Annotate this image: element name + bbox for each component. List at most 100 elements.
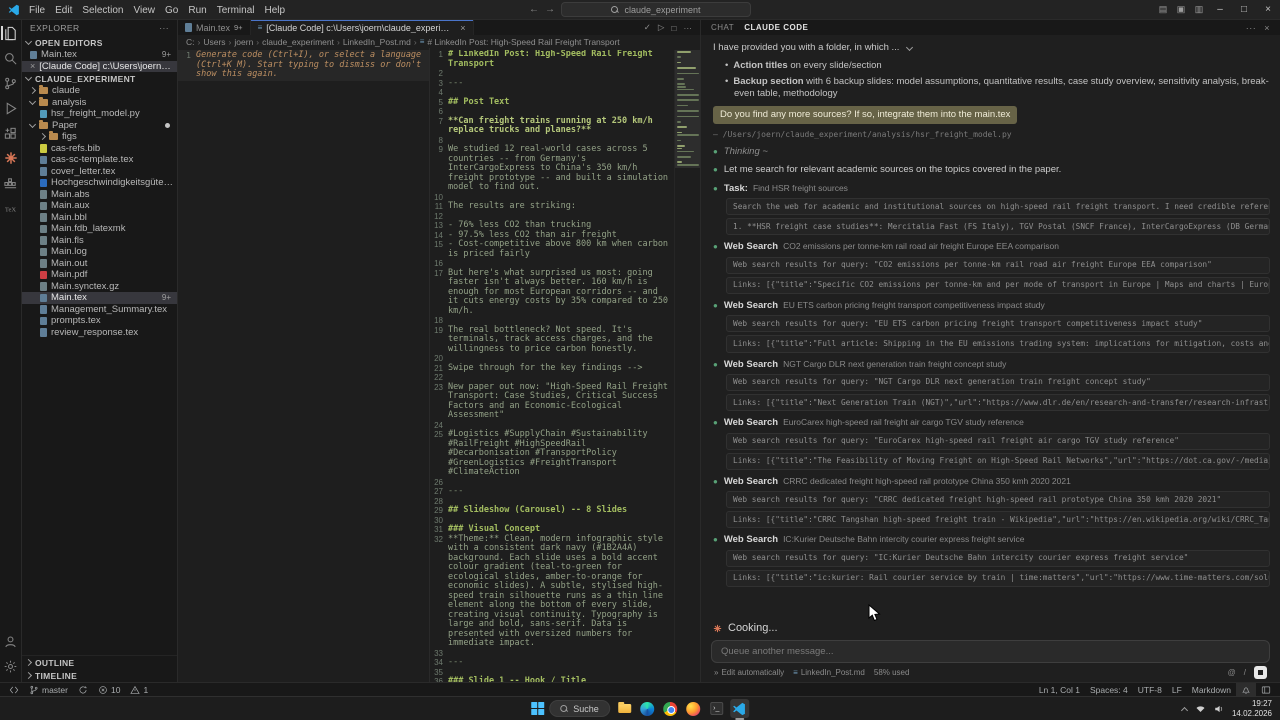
- file-Main.bbl[interactable]: Main.bbl: [22, 212, 177, 224]
- file-Main.log[interactable]: Main.log: [22, 246, 177, 258]
- toggle-sidebar-icon[interactable]: ▤: [1154, 4, 1172, 15]
- containers-icon[interactable]: [3, 175, 19, 191]
- file-Main.fdb_latexmk[interactable]: Main.fdb_latexmk: [22, 223, 177, 235]
- open-editor-item[interactable]: ×[Claude Code] c:\Users\joern\claude_e..…: [22, 60, 177, 72]
- collapsed-user-message[interactable]: I have provided you with a folder, in wh…: [713, 42, 1270, 54]
- panel-close-icon[interactable]: ×: [1264, 23, 1270, 33]
- open-preview-icon[interactable]: ▷: [658, 22, 665, 33]
- encoding[interactable]: UTF-8: [1133, 683, 1167, 696]
- folder-claude[interactable]: claude: [22, 85, 177, 97]
- file-Main.synctex.gz[interactable]: Main.synctex.gz: [22, 281, 177, 293]
- breadcrumb-item[interactable]: Users: [203, 37, 225, 47]
- problems-errors[interactable]: 10: [93, 683, 125, 696]
- editor-linkedin-post[interactable]: 1 # LinkedIn Post: High-Speed Rail Freigh…: [430, 48, 700, 682]
- menu-view[interactable]: View: [129, 5, 161, 16]
- problems-warnings[interactable]: 1: [125, 683, 153, 696]
- mention-icon[interactable]: @: [1228, 668, 1236, 677]
- taskbar-search[interactable]: Suche: [549, 700, 610, 717]
- tab-claude-code[interactable]: CLAUDE CODE: [744, 23, 808, 32]
- file-Main.fls[interactable]: Main.fls: [22, 235, 177, 247]
- tab-main-tex[interactable]: Main.tex 9+: [178, 20, 251, 35]
- tray-expand-icon[interactable]: [1180, 706, 1188, 714]
- history-forward-icon[interactable]: →: [545, 4, 555, 15]
- file-cas-sc-template.tex[interactable]: cas-sc-template.tex: [22, 154, 177, 166]
- file-Hochgeschwindigkeitsgüterberkehr.docx[interactable]: Hochgeschwindigkeitsgüterberkehr.docx: [22, 177, 177, 189]
- minimap[interactable]: [674, 50, 700, 682]
- file-Management_Summary.tex[interactable]: Management_Summary.tex: [22, 304, 177, 316]
- breadcrumb-item[interactable]: claude_experiment: [262, 37, 334, 47]
- file-cas-refs.bib[interactable]: cas-refs.bib: [22, 143, 177, 155]
- command-center-search[interactable]: claude_experiment: [561, 2, 751, 17]
- language-mode[interactable]: Markdown: [1187, 683, 1236, 696]
- toggle-panel-icon[interactable]: ▣: [1172, 4, 1190, 15]
- file-hsr_freight_model.py[interactable]: hsr_freight_model.py: [22, 108, 177, 120]
- menu-selection[interactable]: Selection: [77, 5, 128, 16]
- context-file[interactable]: ≡ LinkedIn_Post.md: [793, 668, 865, 677]
- extensions-icon[interactable]: [3, 125, 19, 141]
- explorer-icon[interactable]: [3, 25, 19, 41]
- taskbar-app-edge[interactable]: [638, 699, 657, 718]
- remote-indicator[interactable]: [4, 683, 24, 696]
- outline-section[interactable]: OUTLINE: [22, 656, 177, 669]
- editor-main-tex[interactable]: 1 Generate code (Ctrl+I), or select a la…: [178, 48, 430, 682]
- breadcrumb-item[interactable]: # LinkedIn Post: High-Speed Rail Freight…: [427, 37, 619, 47]
- menu-file[interactable]: File: [24, 5, 50, 16]
- taskbar-app-firefox[interactable]: [684, 699, 703, 718]
- breadcrumb-item[interactable]: C:: [186, 37, 195, 47]
- indentation[interactable]: Spaces: 4: [1085, 683, 1133, 696]
- folder-analysis[interactable]: analysis: [22, 96, 177, 109]
- timeline-section[interactable]: TIMELINE: [22, 669, 177, 682]
- edit-mode-toggle[interactable]: » Edit automatically: [714, 668, 784, 677]
- folder-Paper[interactable]: Paper: [22, 119, 177, 132]
- taskbar-app-chrome[interactable]: [661, 699, 680, 718]
- panel-more-icon[interactable]: ···: [1246, 23, 1257, 33]
- source-control-icon[interactable]: [3, 75, 19, 91]
- folder-figs[interactable]: figs: [22, 131, 177, 143]
- breadcrumb-item[interactable]: LinkedIn_Post.md: [343, 37, 411, 47]
- maximize-button[interactable]: □: [1232, 0, 1256, 19]
- slash-command-icon[interactable]: /: [1244, 668, 1246, 677]
- stop-button[interactable]: [1254, 666, 1267, 679]
- file-Main.aux[interactable]: Main.aux: [22, 200, 177, 212]
- open-editor-item[interactable]: Main.tex 9+: [22, 49, 177, 61]
- file-Main.out[interactable]: Main.out: [22, 258, 177, 270]
- close-tab-icon[interactable]: ×: [460, 23, 465, 33]
- menu-run[interactable]: Run: [183, 5, 211, 16]
- sync-icon[interactable]: [73, 683, 93, 696]
- search-icon[interactable]: [3, 50, 19, 66]
- menu-terminal[interactable]: Terminal: [212, 5, 260, 16]
- check-icon[interactable]: ✓: [644, 22, 651, 33]
- file-Main.pdf[interactable]: Main.pdf: [22, 269, 177, 281]
- file-review_response.tex[interactable]: review_response.tex: [22, 327, 177, 339]
- history-back-icon[interactable]: ←: [529, 4, 539, 15]
- tab-claude-code-linkedin-post[interactable]: ≡ [Claude Code] c:\Users\joern\claude_ex…: [250, 20, 474, 35]
- settings-icon[interactable]: [3, 658, 19, 674]
- file-prompts.tex[interactable]: prompts.tex: [22, 315, 177, 327]
- workspace-root-header[interactable]: CLAUDE_EXPERIMENT: [22, 72, 177, 85]
- taskbar-app-file-explorer[interactable]: [615, 699, 634, 718]
- run-debug-icon[interactable]: [3, 100, 19, 116]
- menu-edit[interactable]: Edit: [50, 5, 77, 16]
- chat-input[interactable]: Queue another message...: [711, 640, 1270, 663]
- minimap-slider[interactable]: [675, 50, 700, 168]
- cursor-position[interactable]: Ln 1, Col 1: [1034, 683, 1085, 696]
- claude-icon[interactable]: [3, 150, 19, 166]
- file-cover_letter.tex[interactable]: cover_letter.tex: [22, 166, 177, 178]
- minimize-button[interactable]: –: [1208, 0, 1232, 19]
- menu-go[interactable]: Go: [160, 5, 183, 16]
- toggle-secondary-sidebar-icon[interactable]: ▥: [1190, 4, 1208, 15]
- notifications-bell[interactable]: [1236, 683, 1256, 696]
- split-editor-icon[interactable]: □: [671, 23, 676, 33]
- taskbar-app-terminal[interactable]: ›_: [707, 699, 726, 718]
- account-icon[interactable]: [3, 633, 19, 649]
- file-Main.abs[interactable]: Main.abs: [22, 189, 177, 201]
- tab-chat[interactable]: CHAT: [711, 23, 734, 32]
- layout-icon[interactable]: [1256, 683, 1276, 696]
- breadcrumb-item[interactable]: joern: [234, 37, 253, 47]
- clock[interactable]: 19:27 14.02.2026: [1232, 699, 1272, 718]
- file-Main.tex[interactable]: Main.tex 9+: [22, 292, 177, 304]
- sidebar-more-icon[interactable]: ···: [159, 23, 169, 33]
- eol[interactable]: LF: [1167, 683, 1187, 696]
- taskbar-app-vscode[interactable]: [729, 699, 749, 720]
- latex-icon[interactable]: TeX: [3, 200, 19, 216]
